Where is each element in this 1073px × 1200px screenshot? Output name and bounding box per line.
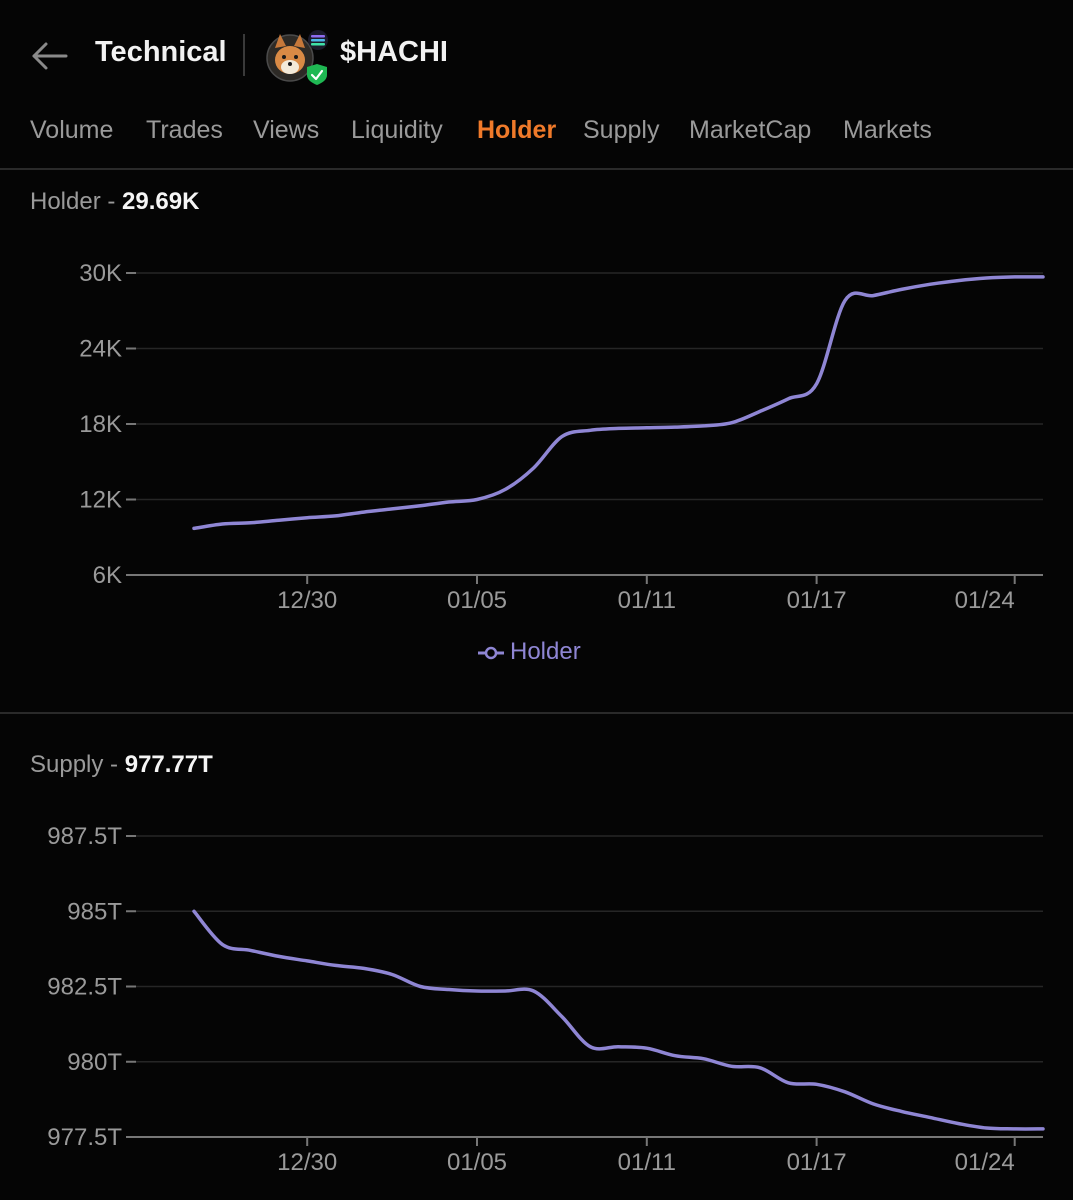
supply-y-tick-label: 982.5T — [47, 974, 122, 1001]
supply-x-tick-label: 01/24 — [955, 1149, 1015, 1176]
supply-x-tick-label: 01/17 — [787, 1149, 847, 1176]
supply-y-tick-label: 987.5T — [47, 823, 122, 850]
supply-x-tick-label: 01/05 — [447, 1149, 507, 1176]
supply-x-tick-label: 12/30 — [277, 1149, 337, 1176]
supply-series-line — [192, 909, 1045, 1131]
supply-y-tick-label: 985T — [67, 898, 122, 925]
supply-x-tick-label: 01/11 — [618, 1149, 676, 1176]
supply-line-chart[interactable]: 977.5T 980T 982.5T 985T 987.5T 12/30 01/05 01/1… — [0, 0, 1073, 1200]
supply-y-tick-label: 980T — [67, 1049, 122, 1076]
supply-y-tick-label: 977.5T — [47, 1124, 122, 1151]
